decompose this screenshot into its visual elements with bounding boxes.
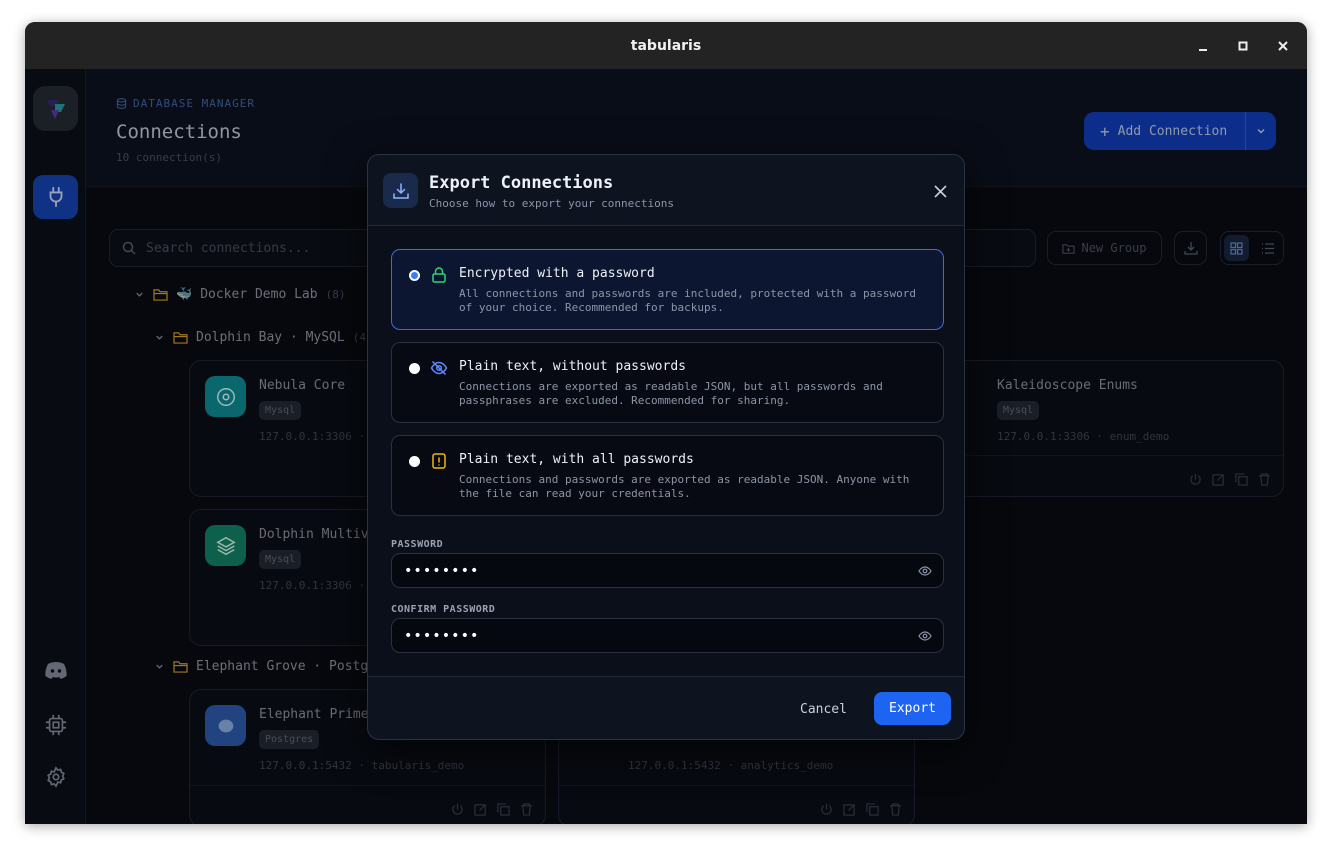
window-title: tabularis bbox=[630, 37, 702, 54]
close-icon[interactable] bbox=[930, 181, 950, 201]
app-window: tabularis DATABASE MANAGER Connections 1… bbox=[25, 22, 1307, 824]
export-download-icon bbox=[383, 173, 418, 208]
radio-unselected[interactable] bbox=[409, 363, 420, 374]
dialog-subtitle: Choose how to export your connections bbox=[429, 197, 675, 210]
option-description: All connections and passwords are includ… bbox=[459, 287, 916, 314]
confirm-password-field[interactable]: •••••••• bbox=[391, 618, 944, 653]
maximize-icon[interactable] bbox=[1233, 36, 1253, 56]
eye-off-icon bbox=[430, 360, 448, 376]
minimize-icon[interactable] bbox=[1193, 36, 1213, 56]
password-field[interactable]: •••••••• bbox=[391, 553, 944, 588]
cancel-button[interactable]: Cancel bbox=[788, 693, 859, 725]
password-label: PASSWORD bbox=[391, 539, 444, 550]
lock-icon bbox=[432, 267, 446, 283]
option-description: Connections are exported as readable JSO… bbox=[459, 380, 883, 407]
show-password-eye-icon[interactable] bbox=[918, 564, 932, 578]
dialog-footer: Cancel Export bbox=[368, 676, 964, 740]
dialog-title: Export Connections bbox=[429, 173, 614, 193]
dialog-header: Export Connections Choose how to export … bbox=[368, 155, 964, 226]
option-encrypted[interactable]: Encrypted with a password All connection… bbox=[391, 249, 944, 330]
show-password-eye-icon[interactable] bbox=[918, 629, 932, 643]
option-title: Plain text, with all passwords bbox=[459, 452, 694, 467]
close-window-icon[interactable] bbox=[1273, 36, 1293, 56]
radio-unselected[interactable] bbox=[409, 456, 420, 467]
export-connections-dialog: Export Connections Choose how to export … bbox=[367, 154, 965, 740]
confirm-password-value: •••••••• bbox=[404, 627, 480, 644]
confirm-password-label: CONFIRM PASSWORD bbox=[391, 604, 496, 615]
option-plain-with-passwords[interactable]: Plain text, with all passwords Connectio… bbox=[391, 435, 944, 516]
option-description: Connections and passwords are exported a… bbox=[459, 473, 910, 500]
warning-icon bbox=[432, 453, 446, 469]
titlebar: tabularis bbox=[25, 22, 1307, 69]
option-title: Plain text, without passwords bbox=[459, 359, 686, 374]
dialog-body: Encrypted with a password All connection… bbox=[368, 226, 964, 676]
export-button[interactable]: Export bbox=[874, 692, 951, 725]
radio-selected[interactable] bbox=[409, 270, 420, 281]
option-plain-no-passwords[interactable]: Plain text, without passwords Connection… bbox=[391, 342, 944, 423]
option-title: Encrypted with a password bbox=[459, 266, 655, 281]
password-value: •••••••• bbox=[404, 562, 480, 579]
